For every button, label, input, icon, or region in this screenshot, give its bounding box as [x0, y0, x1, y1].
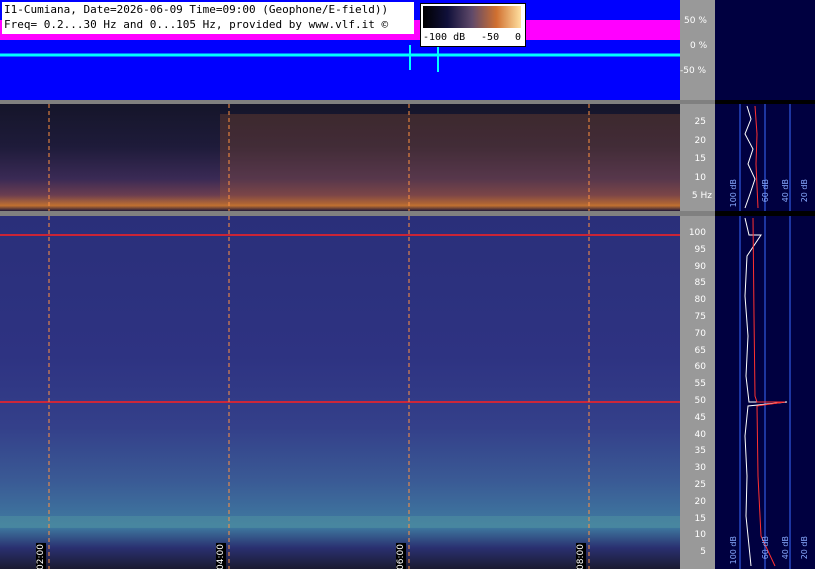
colorbar-gradient [423, 6, 521, 28]
vlf-tick: 65 [694, 346, 706, 356]
vlf-tick: 40 [694, 430, 706, 440]
elf-frequency-axis: 25 20 15 10 5 Hz [680, 104, 715, 211]
vlf-tick: 100 [688, 228, 706, 238]
vlf-spectrogram-overlay [0, 216, 680, 569]
vlf-profile-trace [744, 217, 788, 567]
colorbar-labels: -100 dB -50 0 [423, 32, 521, 43]
vlf-tick: 45 [694, 413, 706, 423]
colorbar-label-mid: -50 [481, 32, 500, 43]
vlf-tick: 10 [694, 530, 706, 540]
elf-tick-5: 5 Hz [691, 191, 712, 201]
elf-tick-20: 20 [694, 136, 706, 146]
elf-tick-15: 15 [694, 154, 706, 164]
vlf-tick: 75 [694, 312, 706, 322]
vlf-profile-mean [752, 217, 786, 567]
scope-axis-50: 50 % [684, 16, 707, 26]
vlf-tick: 20 [694, 497, 706, 507]
vlf-frequency-axis: 100 95 90 85 80 75 70 65 60 55 50 45 40 … [680, 216, 715, 569]
vlf-spectrogram: 02:00 04:00 06:00 08:00 [0, 216, 680, 569]
header-line-2: Freq= 0.2...30 Hz and 0...105 Hz, provid… [4, 18, 389, 31]
time-label-0600: 06:00 [396, 543, 406, 569]
scope-side-panel [715, 0, 815, 100]
time-label-0400: 04:00 [216, 543, 226, 569]
vlf-tick: 50 [694, 396, 706, 406]
elf-tick-25: 25 [694, 117, 706, 127]
profile-label-20db: 20 dB [800, 179, 809, 203]
scope-axis-neg50: -50 % [680, 66, 707, 76]
vlf-tick: 55 [694, 379, 706, 389]
vlf-tick: 5 [700, 547, 706, 557]
profile-label-60db: 60 dB [761, 536, 770, 560]
green-band [0, 516, 680, 528]
profile-label-60db: 60 dB [761, 179, 770, 203]
profile-label-100db: 100 dB [729, 179, 738, 208]
vlf-spectrum-profile: 100 dB 60 dB 40 dB 20 dB [715, 216, 815, 569]
colorbar-label-min: -100 dB [423, 32, 466, 43]
colorbar-label-max: 0 [514, 32, 521, 43]
vlf-tick: 95 [694, 245, 706, 255]
time-label-0800: 08:00 [576, 543, 586, 569]
profile-label-40db: 40 dB [781, 536, 790, 560]
scope-axis-0: 0 % [690, 41, 708, 51]
vlf-tick: 80 [694, 295, 706, 305]
vlf-tick: 85 [694, 278, 706, 288]
elf-profile-mean [754, 105, 759, 209]
scope-axis: 50 % 0 % -50 % [680, 0, 715, 100]
elf-spectrogram [0, 104, 680, 211]
vlf-tick: 25 [694, 480, 706, 490]
header-title-box: I1-Cumiana, Date=2026-06-09 Time=09:00 (… [2, 2, 414, 34]
elf-spectrum-profile: 100 dB 60 dB 40 dB 20 dB [715, 104, 815, 211]
vlf-tick: 30 [694, 463, 706, 473]
profile-label-40db: 40 dB [781, 179, 790, 203]
vlf-tick: 90 [694, 262, 706, 272]
time-label-0200: 02:00 [36, 543, 46, 569]
elf-activity-region [220, 114, 680, 204]
vlf-tick: 15 [694, 514, 706, 524]
vlf-tick: 35 [694, 446, 706, 456]
elf-profile-trace [744, 105, 756, 209]
elf-spectrogram-overlay [48, 104, 680, 211]
profile-label-20db: 20 dB [800, 536, 809, 560]
header-line-1: I1-Cumiana, Date=2026-06-09 Time=09:00 (… [4, 3, 389, 16]
elf-tick-10: 10 [694, 173, 706, 183]
profile-label-100db: 100 dB [729, 536, 738, 565]
vlf-tick: 70 [694, 329, 706, 339]
vlf-tick: 60 [694, 362, 706, 372]
vlf-profile-plot [739, 216, 791, 569]
